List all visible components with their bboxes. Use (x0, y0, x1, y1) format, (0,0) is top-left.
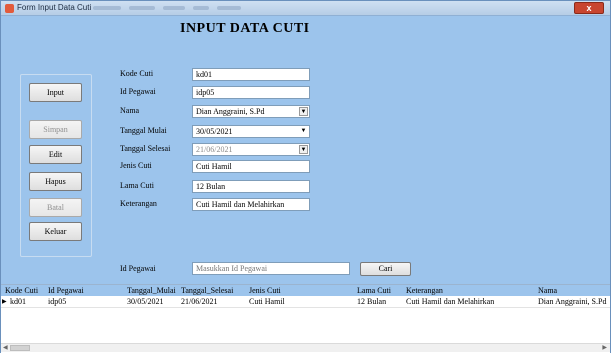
title-bar[interactable]: Form Input Data Cuti x (1, 1, 610, 16)
table-cell[interactable]: Cuti Hamil dan Melahirkan (406, 296, 494, 308)
nama-label: Nama (120, 106, 140, 115)
table-cell[interactable]: 30/05/2021 (127, 296, 163, 308)
scroll-left-icon[interactable]: ◀ (3, 344, 8, 353)
scroll-thumb[interactable] (10, 345, 30, 351)
keluar-button[interactable]: Keluar (29, 222, 82, 241)
id-pegawai-label: Id Pegawai (120, 87, 156, 96)
window-title: Form Input Data Cuti (17, 3, 92, 12)
blurred-taskbar-item (163, 6, 185, 10)
chevron-down-icon[interactable]: ▼ (299, 145, 308, 154)
kode-cuti-field[interactable]: kd01 (192, 68, 310, 81)
grid-header-row: Kode Cuti Id Pegawai Tanggal_Mulai Tangg… (1, 285, 610, 296)
blurred-taskbar-item (193, 6, 209, 10)
close-icon: x (586, 3, 592, 13)
data-grid: Kode Cuti Id Pegawai Tanggal_Mulai Tangg… (1, 284, 610, 353)
blurred-taskbar-item (129, 6, 155, 10)
edit-button[interactable]: Edit (29, 145, 82, 164)
horizontal-scrollbar[interactable]: ◀ ▶ (1, 343, 610, 352)
search-input[interactable] (192, 262, 350, 275)
blurred-taskbar-item (93, 6, 121, 10)
batal-button[interactable]: Batal (29, 198, 82, 217)
keterangan-field[interactable]: Cuti Hamil dan Melahirkan (192, 198, 310, 211)
column-header-keterangan[interactable]: Keterangan (406, 285, 443, 296)
tanggal-selesai-value: 21/06/2021 (196, 145, 233, 154)
close-button[interactable]: x (574, 2, 604, 14)
table-cell[interactable]: 21/06/2021 (181, 296, 217, 308)
table-cell[interactable]: kd01 (10, 296, 26, 308)
tanggal-mulai-datepicker[interactable]: 30/05/2021 ▼ (192, 125, 310, 138)
scroll-right-icon[interactable]: ▶ (602, 344, 607, 353)
input-button[interactable]: Input (29, 83, 82, 102)
jenis-cuti-field[interactable]: Cuti Hamil (192, 160, 310, 173)
table-cell[interactable]: Cuti Hamil (249, 296, 285, 308)
form-window: Form Input Data Cuti x INPUT DATA CUTI I… (0, 0, 611, 353)
chevron-down-icon[interactable]: ▼ (299, 127, 308, 136)
table-cell[interactable]: 12 Bulan (357, 296, 386, 308)
lama-cuti-label: Lama Cuti (120, 181, 154, 190)
table-cell[interactable]: Dian Anggraini, S.Pd (538, 296, 606, 308)
app-icon (5, 4, 14, 13)
table-cell[interactable]: idp05 (48, 296, 66, 308)
page-title: INPUT DATA CUTI (180, 21, 310, 36)
lama-cuti-field[interactable]: 12 Bulan (192, 180, 310, 193)
nama-select-value: Dian Anggraini, S.Pd (196, 107, 265, 116)
kode-cuti-label: Kode Cuti (120, 69, 154, 78)
action-button-panel: Input Simpan Edit Hapus Batal Keluar (20, 74, 92, 257)
tanggal-selesai-label: Tanggal Selesai (120, 144, 171, 153)
jenis-cuti-label: Jenis Cuti (120, 161, 152, 170)
column-header-kode-cuti[interactable]: Kode Cuti (5, 285, 38, 296)
column-header-nama[interactable]: Nama (538, 285, 557, 296)
blurred-taskbar-item (217, 6, 241, 10)
row-pointer-icon: ▶ (2, 299, 7, 305)
simpan-button[interactable]: Simpan (29, 120, 82, 139)
tanggal-mulai-label: Tanggal Mulai (120, 126, 167, 135)
nama-select[interactable]: Dian Anggraini, S.Pd ▼ (192, 105, 310, 118)
tanggal-selesai-datepicker[interactable]: 21/06/2021 ▼ (192, 143, 310, 156)
hapus-button[interactable]: Hapus (29, 172, 82, 191)
table-row[interactable]: ▶ kd01 idp05 30/05/2021 21/06/2021 Cuti … (1, 296, 610, 308)
keterangan-label: Keterangan (120, 199, 157, 208)
column-header-tanggal-mulai[interactable]: Tanggal_Mulai (127, 285, 176, 296)
id-pegawai-field[interactable]: idp05 (192, 86, 310, 99)
chevron-down-icon[interactable]: ▼ (299, 107, 308, 116)
tanggal-mulai-value: 30/05/2021 (196, 127, 233, 136)
cari-button[interactable]: Cari (360, 262, 411, 276)
column-header-tanggal-selesai[interactable]: Tanggal_Selesai (181, 285, 233, 296)
column-header-lama-cuti[interactable]: Lama Cuti (357, 285, 391, 296)
column-header-jenis-cuti[interactable]: Jenis Cuti (249, 285, 281, 296)
column-header-id-pegawai[interactable]: Id Pegawai (48, 285, 84, 296)
search-id-pegawai-label: Id Pegawai (120, 264, 156, 273)
